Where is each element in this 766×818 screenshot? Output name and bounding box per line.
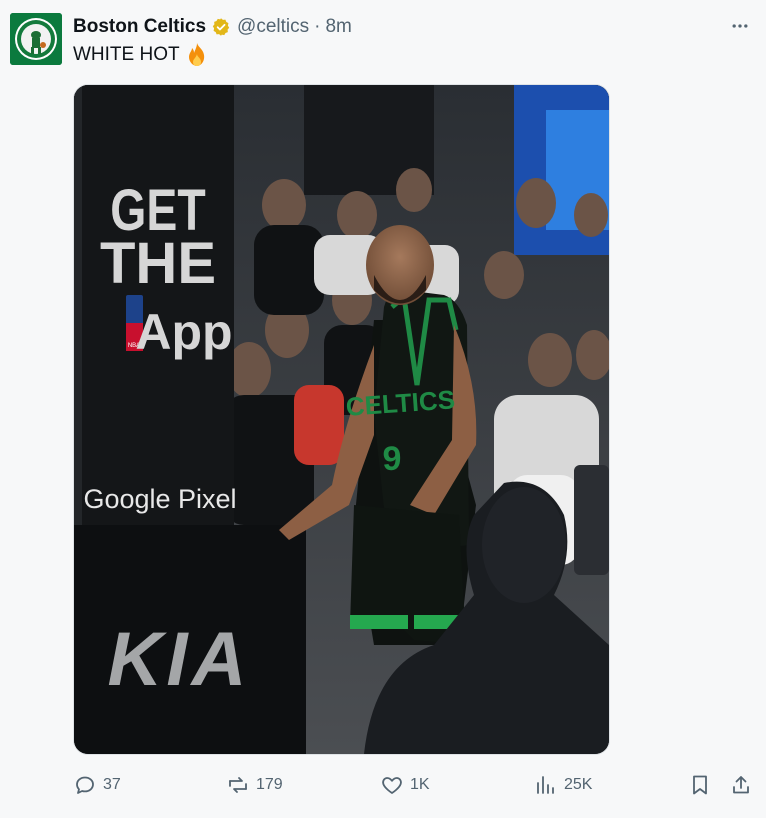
post-timestamp[interactable]: 8m	[325, 16, 351, 38]
avatar[interactable]	[10, 13, 62, 65]
action-bar: 37 179 1K 25K	[0, 768, 766, 802]
repost-button[interactable]: 179	[226, 772, 283, 798]
sign-the: THE	[100, 231, 216, 296]
more-options-button[interactable]	[728, 14, 752, 38]
author-name[interactable]: Boston Celtics	[73, 16, 206, 38]
sign-kia: KIA	[108, 617, 251, 702]
separator-dot: ·	[314, 16, 321, 37]
share-icon	[733, 776, 749, 794]
post-text-content: WHITE HOT	[73, 44, 180, 65]
celtics-logo-icon	[10, 13, 62, 65]
bookmark-icon	[693, 775, 707, 795]
like-count: 1K	[410, 776, 430, 793]
views-count: 25K	[564, 776, 593, 793]
bookmark-button[interactable]	[688, 772, 712, 798]
jersey-number: 9	[383, 440, 402, 478]
post-image[interactable]: GET THE NBA App Google Pixel KIA CELTICS…	[74, 85, 609, 754]
more-icon	[732, 24, 748, 28]
author-handle[interactable]: @celtics	[237, 16, 309, 38]
like-button[interactable]: 1K	[380, 772, 430, 798]
repost-icon	[229, 777, 247, 793]
repost-count: 179	[256, 776, 283, 793]
like-icon	[382, 777, 402, 794]
share-button[interactable]	[729, 772, 753, 798]
post-text: WHITE HOT	[73, 42, 209, 68]
reply-icon	[76, 776, 94, 794]
verified-badge-icon[interactable]	[211, 17, 231, 37]
fire-icon	[185, 42, 209, 68]
sign-google-pixel: Google Pixel	[83, 484, 236, 514]
post-header: Boston Celtics @celtics · 8m	[73, 14, 352, 40]
views-button[interactable]: 25K	[534, 772, 592, 798]
tweet: Boston Celtics @celtics · 8m WHITE HOT G…	[0, 0, 766, 818]
sign-app: App	[135, 304, 232, 360]
views-icon	[537, 776, 554, 794]
reply-button[interactable]: 37	[73, 772, 121, 798]
reply-count: 37	[103, 776, 121, 793]
